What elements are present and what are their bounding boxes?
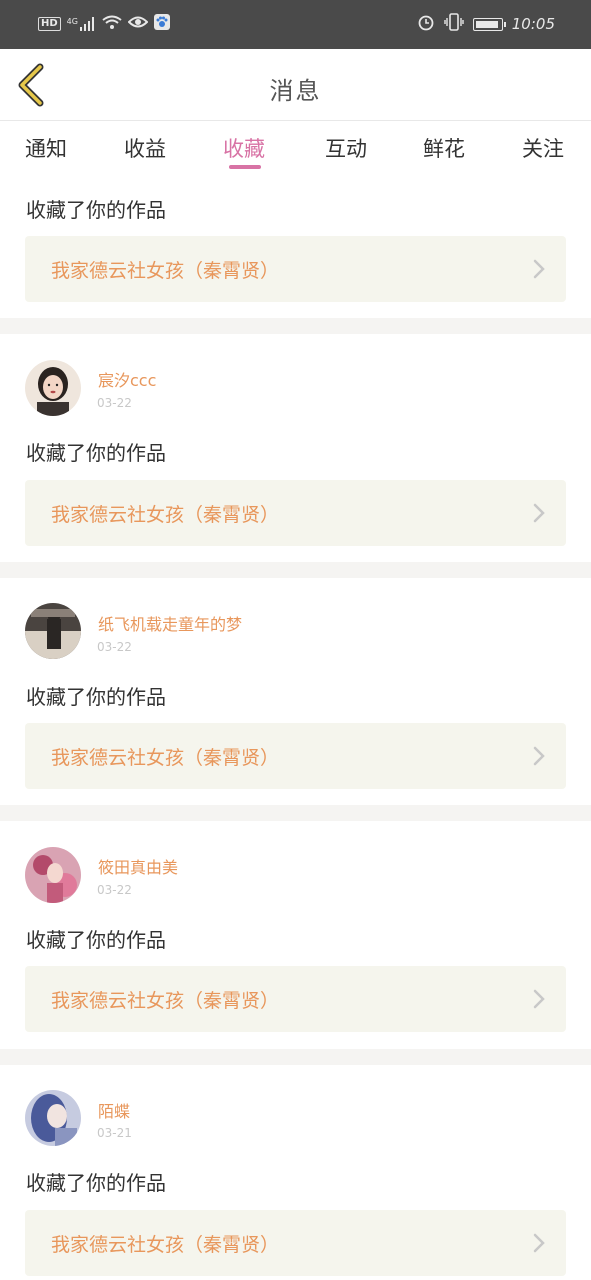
username[interactable]: 陌蝶 [98,1098,130,1122]
paw-app-icon [153,14,170,33]
work-title: 我家德云社女孩（秦霄贤） [51,260,280,282]
page-title: 消息 [269,77,322,105]
tab-active-indicator [229,165,261,169]
divider [0,562,591,578]
list-item: 收藏了你的作品 我家德云社女孩（秦霄贤） [0,175,591,318]
chevron-right-icon [533,1233,545,1253]
avatar[interactable] [25,1090,81,1146]
work-card[interactable]: 我家德云社女孩（秦霄贤） [25,966,566,1032]
tab-bar: 通知 收益 收藏 互动 鲜花 关注 [0,121,591,175]
tab-flowers[interactable]: 鲜花 [423,133,465,163]
action-text: 收藏了你的作品 [26,198,166,222]
list-item: 筱田真由美 03-22 收藏了你的作品 我家德云社女孩（秦霄贤） [0,821,591,1049]
timestamp: 03-22 [97,640,132,654]
chevron-right-icon [533,746,545,766]
tab-earnings[interactable]: 收益 [124,133,166,163]
chevron-right-icon [533,989,545,1009]
timestamp: 03-22 [97,883,132,897]
username[interactable]: 纸飞机载走童年的梦 [98,611,242,635]
work-card[interactable]: 我家德云社女孩（秦霄贤） [25,1210,566,1276]
tab-following[interactable]: 关注 [522,133,564,163]
work-title: 我家德云社女孩（秦霄贤） [51,747,280,769]
divider [0,1049,591,1065]
divider [0,805,591,821]
work-title: 我家德云社女孩（秦霄贤） [51,504,280,526]
tab-favorites[interactable]: 收藏 [223,133,265,163]
action-text: 收藏了你的作品 [26,1171,166,1195]
chevron-right-icon [533,259,545,279]
action-text: 收藏了你的作品 [26,685,166,709]
signal-icon: 4G [67,16,96,31]
clock-time: 10:05 [511,15,555,33]
work-title: 我家德云社女孩（秦霄贤） [51,990,280,1012]
hd-badge: HD [38,16,61,31]
timestamp: 03-22 [97,396,132,410]
vibrate-icon [444,13,464,35]
chevron-right-icon [533,503,545,523]
header: 消息 [0,49,591,121]
list-item: 纸飞机载走童年的梦 03-22 收藏了你的作品 我家德云社女孩（秦霄贤） [0,578,591,805]
username[interactable]: 宸汐ccc [98,367,156,391]
divider [0,318,591,334]
work-card[interactable]: 我家德云社女孩（秦霄贤） [25,236,566,302]
timestamp: 03-21 [97,1126,132,1140]
avatar[interactable] [25,360,81,416]
status-bar: HD 4G 10:05 [0,0,591,49]
action-text: 收藏了你的作品 [26,441,166,465]
tab-interactions[interactable]: 互动 [325,133,367,163]
alarm-icon [417,13,435,35]
avatar[interactable] [25,847,81,903]
list-item: 陌蝶 03-21 收藏了你的作品 我家德云社女孩（秦霄贤） [0,1065,591,1280]
work-card[interactable]: 我家德云社女孩（秦霄贤） [25,723,566,789]
eye-icon [127,15,149,32]
username[interactable]: 筱田真由美 [98,854,178,878]
avatar[interactable] [25,603,81,659]
wifi-icon [102,15,122,32]
list-item: 宸汐ccc 03-22 收藏了你的作品 我家德云社女孩（秦霄贤） [0,334,591,562]
action-text: 收藏了你的作品 [26,928,166,952]
work-title: 我家德云社女孩（秦霄贤） [51,1234,280,1256]
work-card[interactable]: 我家德云社女孩（秦霄贤） [25,480,566,546]
battery-icon [472,17,506,31]
tab-notifications[interactable]: 通知 [25,133,67,163]
